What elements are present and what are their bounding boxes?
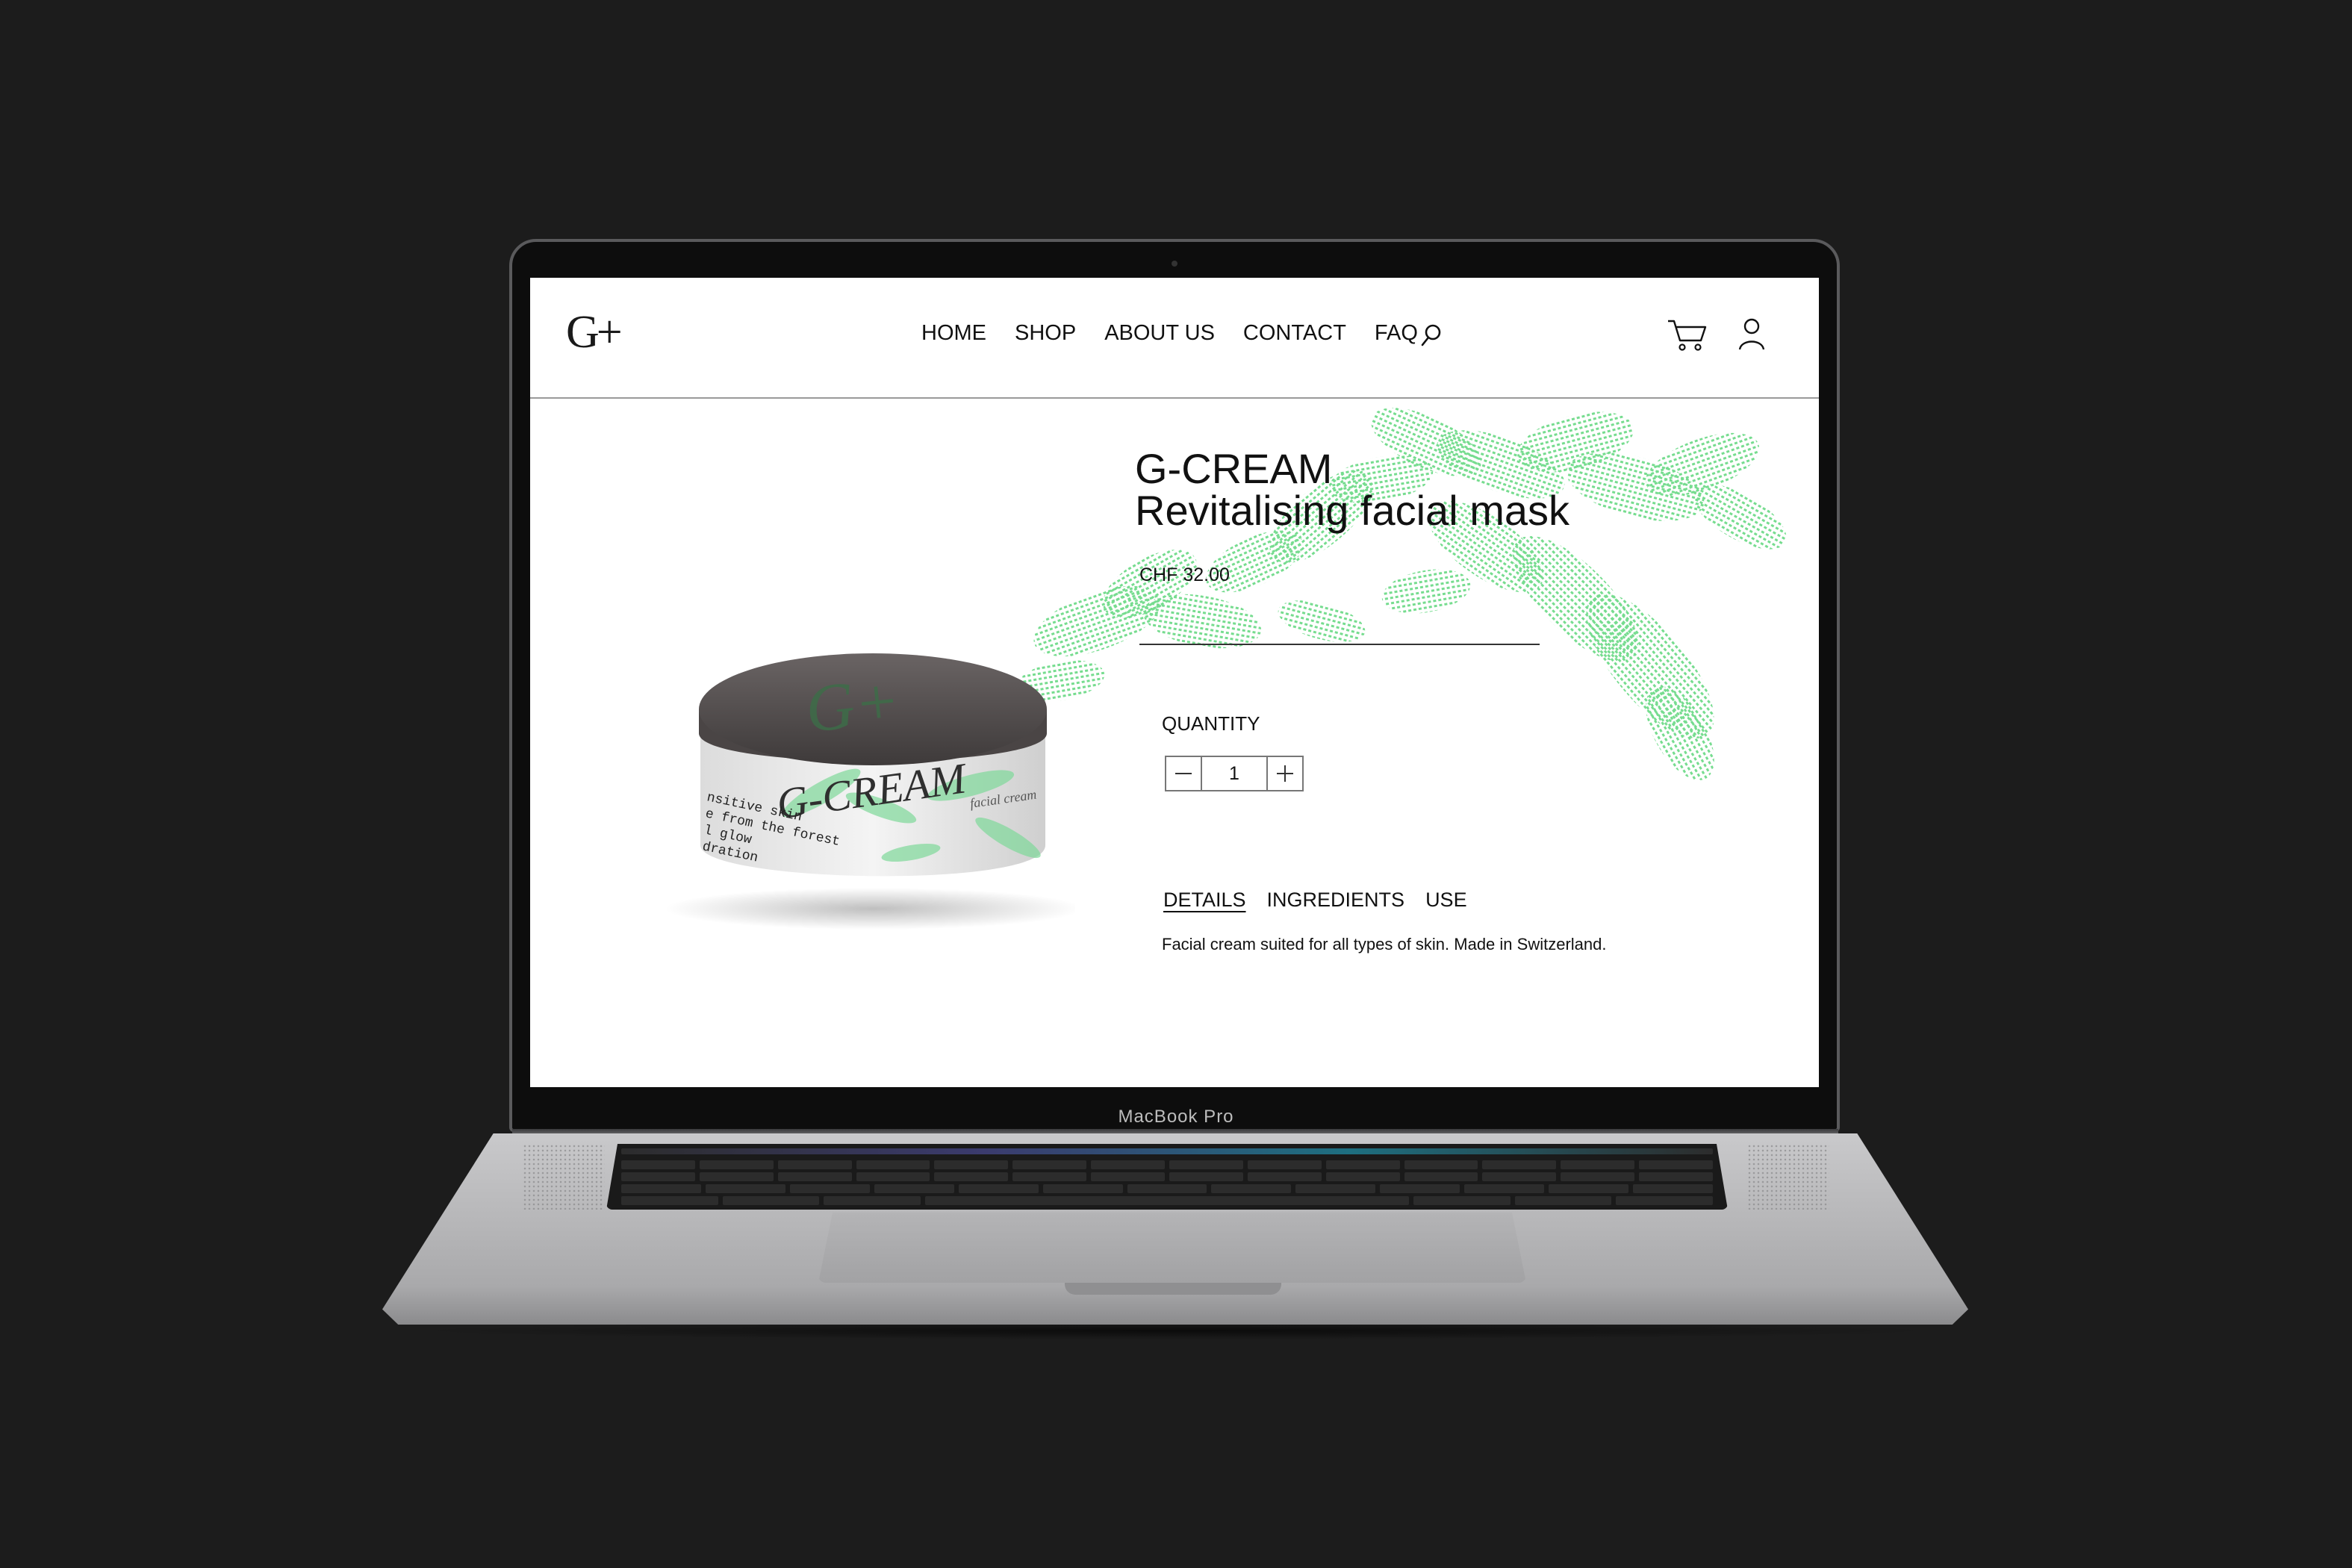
speaker-grille-left [523,1144,605,1210]
search-icon[interactable] [1420,323,1443,348]
site-header: G+ HOME SHOP ABOUT US CONTACT FAQ [530,278,1819,399]
divider [1139,644,1540,645]
speaker-grille-right [1747,1144,1829,1210]
decrease-quantity-button[interactable] [1166,757,1202,790]
key-row [621,1160,1714,1169]
nav-home[interactable]: HOME [921,321,986,346]
laptop-screen: G+ HOME SHOP ABOUT US CONTACT FAQ G-CREA… [530,278,1819,1087]
product-title: G-CREAM Revitalising facial mask [1135,448,1569,532]
site-logo[interactable]: G+ [566,306,623,359]
product-tabs: DETAILS INGREDIENTS USE [1163,889,1467,912]
key-row [621,1196,1714,1205]
main-nav: HOME SHOP ABOUT US CONTACT FAQ [921,321,1418,346]
jar-lid-logo: G+ [802,664,903,747]
quantity-label: QUANTITY [1162,712,1260,735]
tab-details[interactable]: DETAILS [1163,889,1246,912]
key-row [621,1172,1714,1181]
product-subtitle: Revitalising facial mask [1135,487,1569,534]
quantity-value[interactable]: 1 [1202,757,1266,790]
lid-notch [1065,1283,1281,1295]
product-name: G-CREAM [1135,445,1333,492]
cart-icon[interactable] [1667,318,1708,352]
plus-icon [1277,765,1293,782]
webcam [1172,261,1177,267]
quantity-stepper: 1 [1165,756,1304,791]
nav-shop[interactable]: SHOP [1015,321,1076,346]
tab-ingredients[interactable]: INGREDIENTS [1267,889,1405,912]
key-row [621,1184,1713,1193]
product-image: G-CREAM facial cream nsitive skin e from… [665,653,1075,930]
increase-quantity-button[interactable] [1266,757,1302,790]
device-model-label: MacBook Pro [1118,1107,1234,1127]
minus-icon [1175,773,1192,774]
nav-contact[interactable]: CONTACT [1243,321,1346,346]
tab-use[interactable]: USE [1425,889,1467,912]
keyboard [606,1144,1728,1210]
website: G+ HOME SHOP ABOUT US CONTACT FAQ G-CREA… [530,278,1819,1087]
trackpad [818,1213,1526,1283]
touch-bar [621,1148,1713,1154]
user-icon[interactable] [1737,317,1767,351]
product-price: CHF 32.00 [1139,564,1230,585]
product-description: Facial cream suited for all types of ski… [1162,935,1607,953]
nav-about-us[interactable]: ABOUT US [1104,321,1215,346]
nav-faq[interactable]: FAQ [1375,321,1418,346]
